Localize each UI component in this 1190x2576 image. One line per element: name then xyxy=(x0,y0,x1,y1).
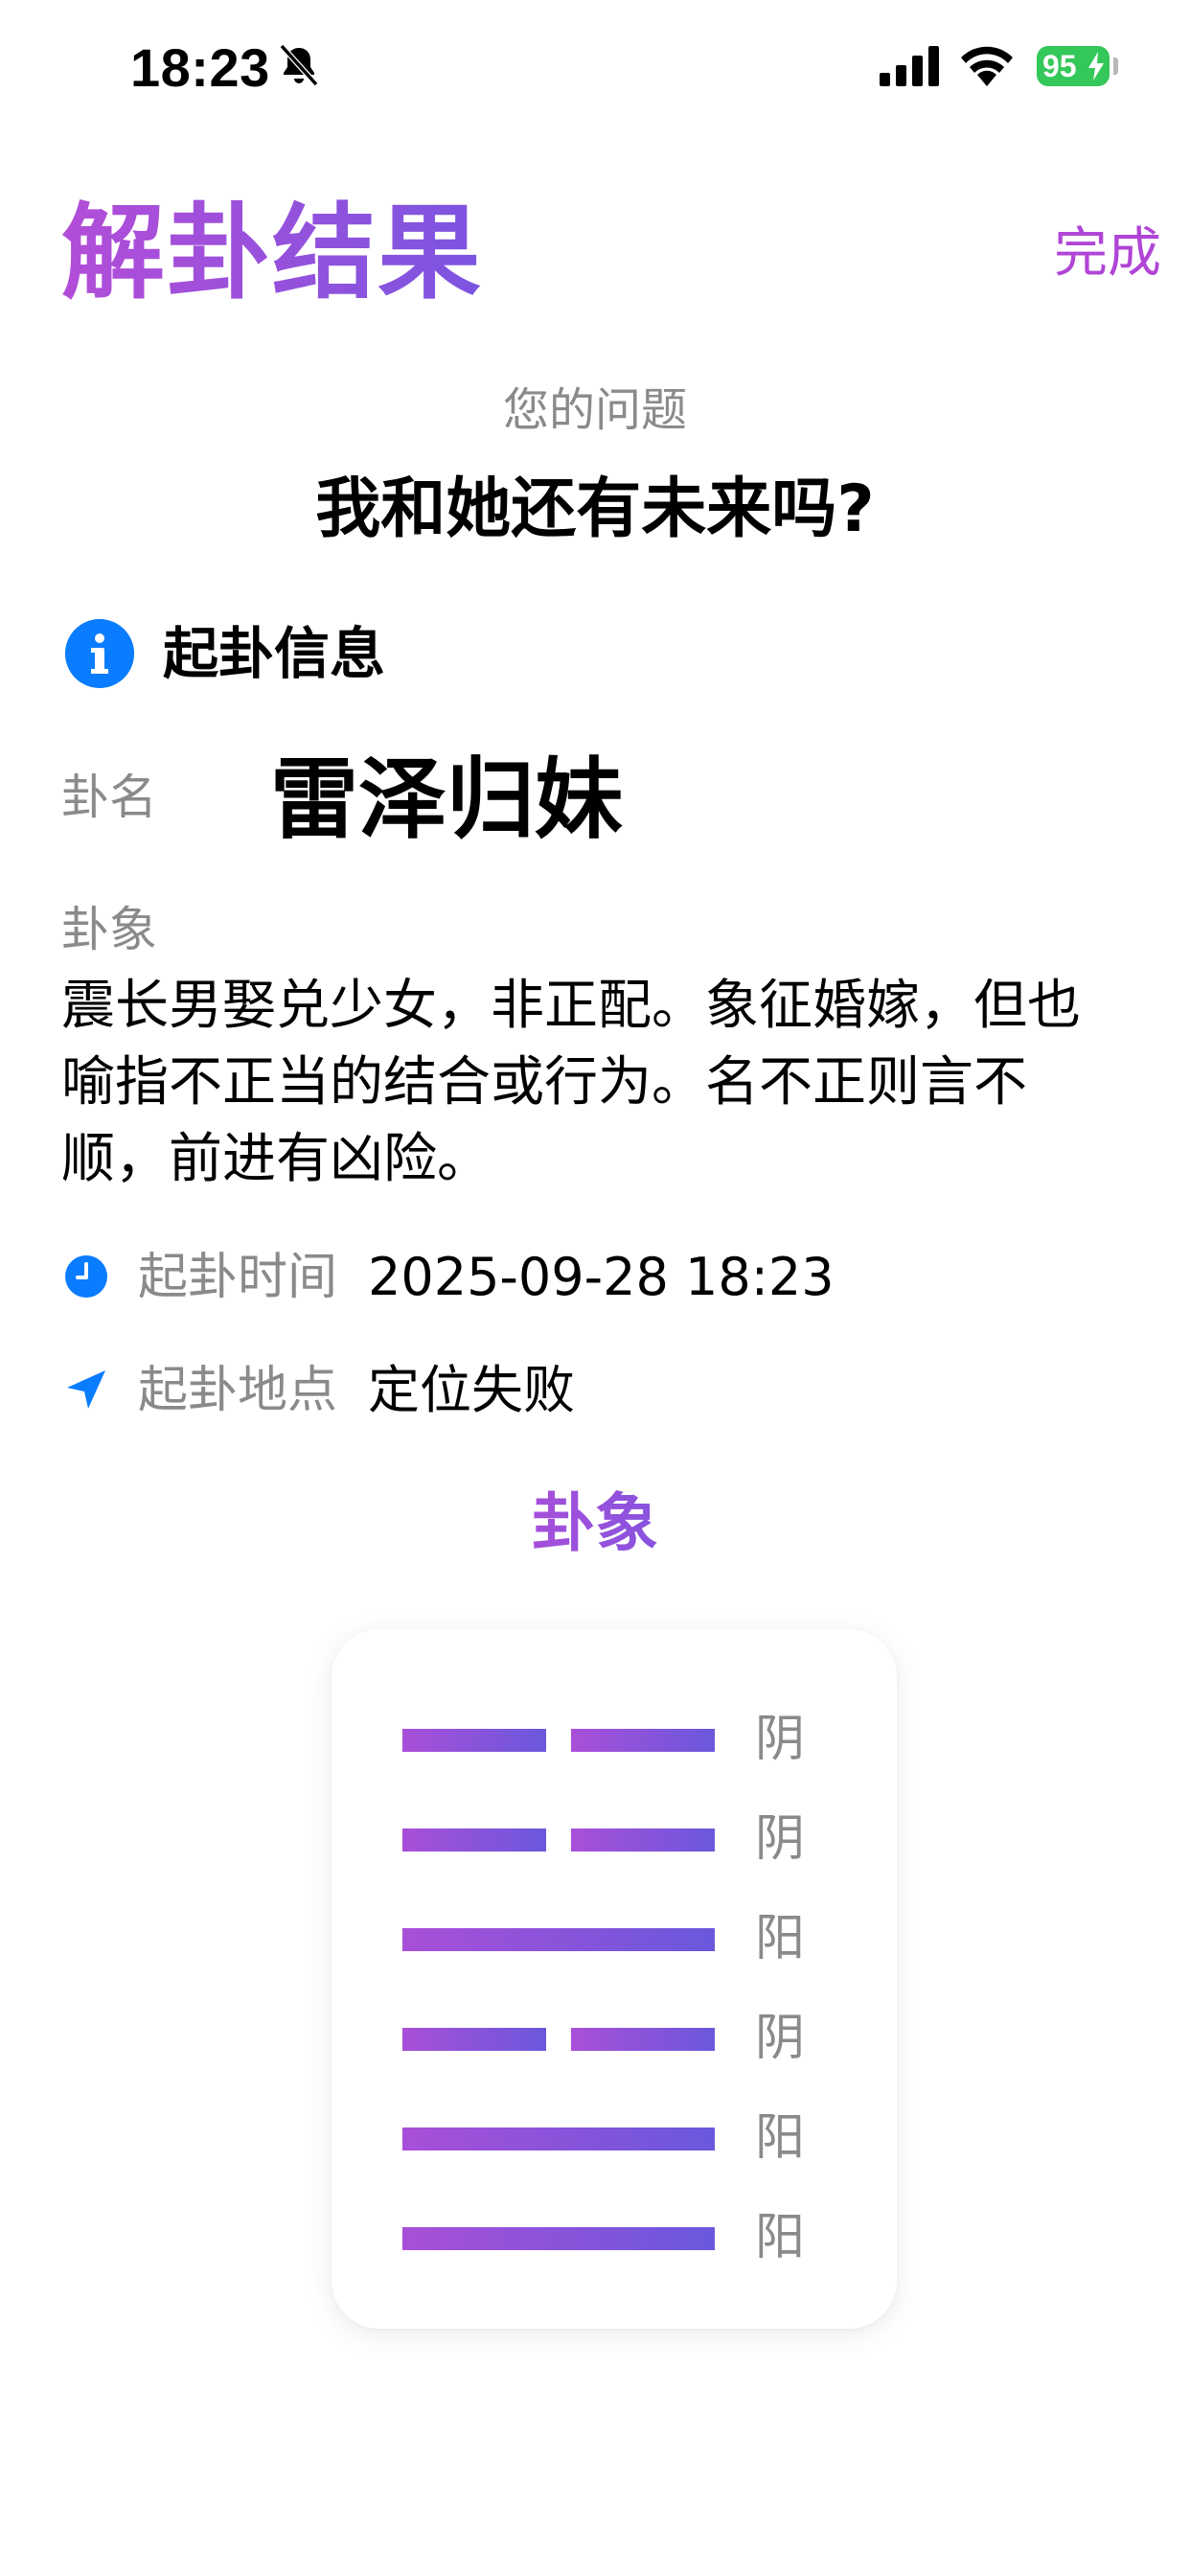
question-text: 我和她还有未来吗? xyxy=(315,472,875,547)
gua-name-value: 雷泽归妹 xyxy=(270,748,624,851)
time-value: 2025-09-28 18:23 xyxy=(368,1247,835,1307)
location-arrow-icon xyxy=(67,1370,105,1409)
yao-label: 阴 xyxy=(755,2010,806,2067)
yao-segment xyxy=(571,2028,715,2051)
screen: 18:23 95 解卦结果 完成 您的问题 我和她还有未来吗? 起卦信息 卦名 xyxy=(0,0,1190,2576)
clock-icon xyxy=(65,1255,107,1298)
hexagram-card: 阴 阴 阳 阴 阳 阳 xyxy=(332,1629,897,2329)
wifi-icon xyxy=(961,46,1013,86)
battery-cap xyxy=(1113,58,1118,75)
yao-line-5: 阳 xyxy=(402,2104,843,2172)
battery-icon: 95 xyxy=(1037,46,1110,86)
yao-label: 阳 xyxy=(755,2109,806,2167)
bolt-icon xyxy=(1088,52,1104,80)
yao-line-4: 阴 xyxy=(402,2005,843,2072)
signal-icon xyxy=(880,46,939,86)
yao-label: 阴 xyxy=(755,1711,806,1768)
time-label: 起卦时间 xyxy=(138,1249,338,1306)
bell-slash-icon xyxy=(279,43,319,87)
place-label: 起卦地点 xyxy=(138,1362,338,1419)
yao-line-3: 阳 xyxy=(402,1905,843,1972)
yao-line-1: 阴 xyxy=(402,1706,843,1773)
yao-segment xyxy=(402,2128,715,2150)
question-label: 您的问题 xyxy=(502,383,687,437)
yao-segment xyxy=(402,2227,715,2250)
yao-segment xyxy=(402,1828,546,1852)
status-time: 18:23 xyxy=(130,37,270,98)
yao-line-2: 阴 xyxy=(402,1806,843,1873)
battery-level: 95 xyxy=(1042,49,1077,83)
page-title: 解卦结果 xyxy=(61,192,483,316)
place-value: 定位失败 xyxy=(368,1360,575,1420)
yao-line-6: 阳 xyxy=(402,2204,843,2271)
gua-xiang-label: 卦象 xyxy=(61,902,157,957)
hexagram-title: 卦象 xyxy=(0,1484,1190,1564)
done-button[interactable]: 完成 xyxy=(1054,220,1161,288)
yao-label: 阴 xyxy=(755,1810,806,1868)
yao-segment xyxy=(402,1928,715,1951)
yao-segment xyxy=(402,1729,546,1752)
yao-segment xyxy=(402,2028,546,2051)
yao-segment xyxy=(571,1729,715,1752)
gua-xiang-text: 震长男娶兑少女，非正配。象征婚嫁，但也喻指不正当的结合或行为。名不正则言不顺，前… xyxy=(61,975,1081,1190)
info-icon xyxy=(65,619,134,688)
gua-name-label: 卦名 xyxy=(61,770,157,825)
yao-label: 阳 xyxy=(755,2209,806,2266)
info-section-title: 起卦信息 xyxy=(163,621,386,686)
yao-label: 阳 xyxy=(755,1910,806,1967)
yao-segment xyxy=(571,1828,715,1852)
